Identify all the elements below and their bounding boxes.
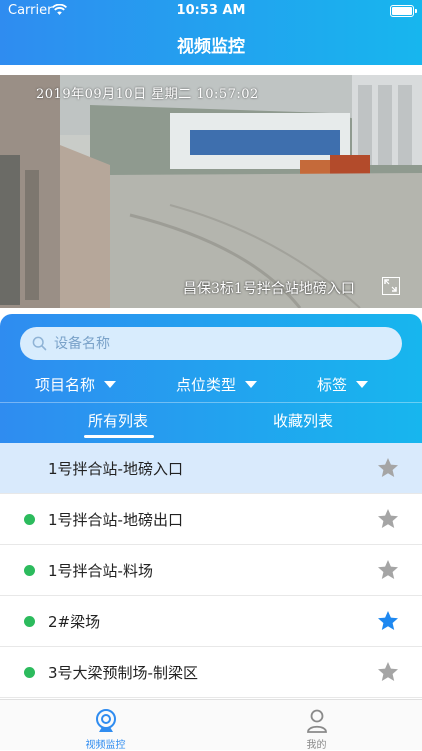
battery-icon <box>390 5 417 17</box>
caret-down-icon <box>104 380 117 388</box>
star-icon[interactable] <box>376 456 400 480</box>
video-player[interactable]: 2019年09月10日 星期二 10:57:02 昌保3标1号拌合站地磅入口 <box>0 75 422 308</box>
search-box[interactable] <box>20 327 402 360</box>
header: Carrier 10:53 AM 视频监控 <box>0 0 422 65</box>
list-item[interactable]: 3号大梁预制场-制梁区 <box>0 647 422 698</box>
tab-all-list[interactable]: 所有列表 <box>88 410 148 431</box>
status-time: 10:53 AM <box>176 3 246 18</box>
video-timestamp: 2019年09月10日 星期二 10:57:02 <box>36 87 259 102</box>
tab-mine-label: 我的 <box>306 740 327 751</box>
caret-down-icon <box>356 380 369 388</box>
filter-point-type[interactable]: 点位类型 <box>176 372 258 396</box>
user-icon <box>307 709 327 733</box>
video-camera-name: 昌保3标1号拌合站地磅入口 <box>183 281 355 297</box>
tab-favorite-list[interactable]: 收藏列表 <box>273 410 333 431</box>
fullscreen-icon <box>384 279 397 292</box>
status-bar: Carrier 10:53 AM <box>0 3 422 21</box>
caret-down-icon <box>245 380 258 388</box>
active-tab-indicator <box>84 435 154 438</box>
search-input[interactable] <box>54 327 384 360</box>
device-name: 2#梁场 <box>48 613 101 631</box>
filter-project-label: 项目名称 <box>35 375 96 394</box>
filter-point-type-label: 点位类型 <box>176 375 237 394</box>
video-frame <box>0 75 422 308</box>
tab-bar: 视频监控 我的 <box>0 699 422 751</box>
page-title: 视频监控 <box>177 37 245 57</box>
filter-tag[interactable]: 标签 <box>317 372 369 396</box>
filter-tag-label: 标签 <box>317 375 348 394</box>
list-item[interactable]: 1号拌合站-料场 <box>0 545 422 596</box>
camera-icon <box>96 709 116 732</box>
online-status-dot <box>24 616 35 627</box>
online-status-dot <box>24 514 35 525</box>
filter-panel: 项目名称 点位类型 标签 所有列表 收藏列表 <box>0 314 422 443</box>
fullscreen-button[interactable] <box>382 277 400 295</box>
device-name: 1号拌合站-地磅出口 <box>48 511 183 529</box>
device-name: 1号拌合站-地磅入口 <box>48 460 183 478</box>
filter-project[interactable]: 项目名称 <box>35 372 117 396</box>
divider <box>0 402 422 403</box>
list-item[interactable]: 1号拌合站-地磅入口 <box>0 443 422 494</box>
tab-video-monitor-label: 视频监控 <box>85 740 126 751</box>
tab-mine[interactable]: 我的 <box>211 700 422 751</box>
list-item[interactable]: 2#梁场 <box>0 596 422 647</box>
star-filled-icon[interactable] <box>376 609 400 633</box>
star-icon[interactable] <box>376 507 400 531</box>
device-name: 1号拌合站-料场 <box>48 562 153 580</box>
list-item[interactable]: 1号拌合站-地磅出口 <box>0 494 422 545</box>
device-list: 1号拌合站-地磅入口 1号拌合站-地磅出口 1号拌合站-料场 2#梁场 3号大梁… <box>0 443 422 698</box>
online-status-dot <box>24 667 35 678</box>
online-status-dot <box>24 565 35 576</box>
star-icon[interactable] <box>376 558 400 582</box>
tab-video-monitor[interactable]: 视频监控 <box>0 700 211 751</box>
device-name: 3号大梁预制场-制梁区 <box>48 664 198 682</box>
search-icon <box>32 336 47 351</box>
star-icon[interactable] <box>376 660 400 684</box>
